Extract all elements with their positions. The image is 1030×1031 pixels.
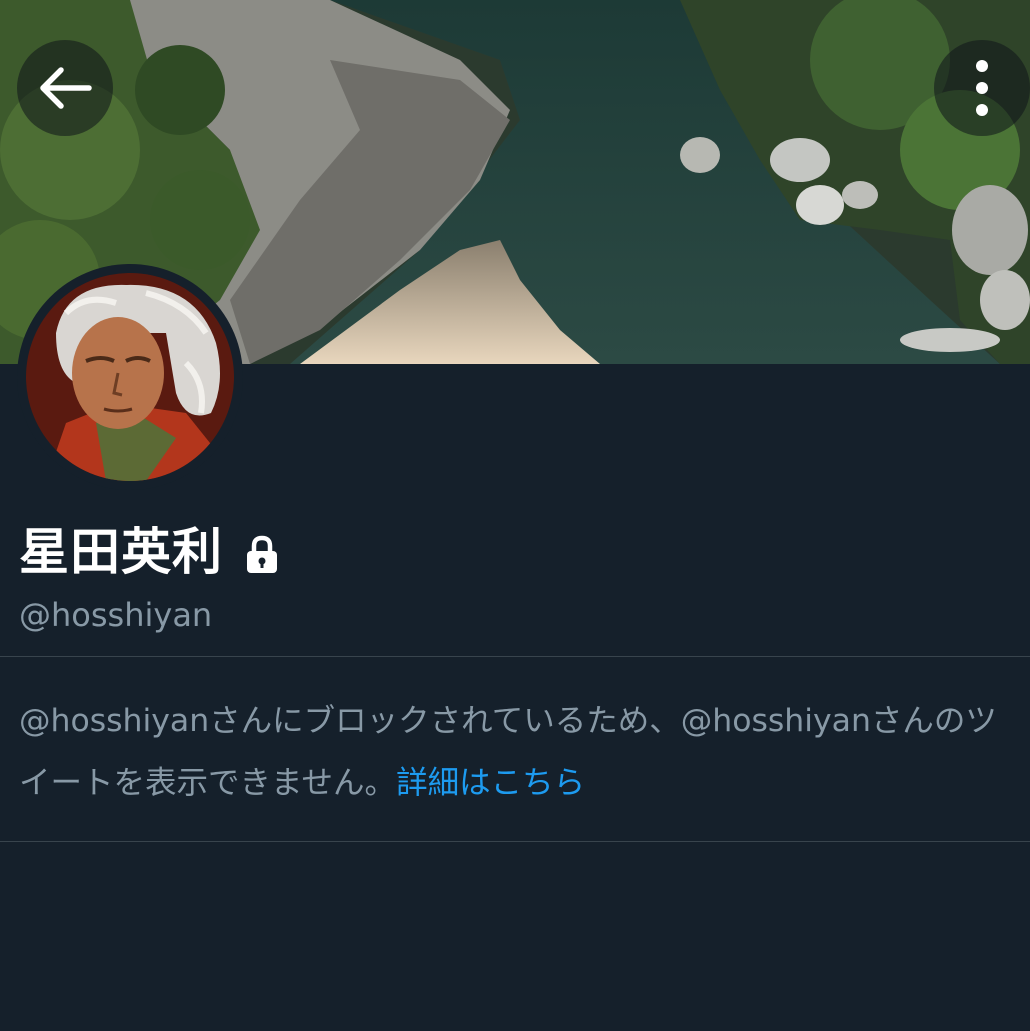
avatar-image: [26, 273, 234, 481]
profile-name-row: 星田英利: [19, 520, 279, 584]
divider: [0, 841, 1030, 842]
blocked-notice: @hosshiyanさんにブロックされているため、@hosshiyanさんのツイ…: [19, 690, 1019, 814]
avatar[interactable]: [17, 264, 243, 490]
learn-more-link[interactable]: 詳細はこちら: [396, 765, 585, 801]
more-options-button[interactable]: [934, 40, 1030, 136]
back-button[interactable]: [17, 40, 113, 136]
profile-page: 星田英利 @hosshiyan @hosshiyanさんにブロックされているため…: [0, 0, 1030, 1031]
divider: [0, 656, 1030, 657]
display-name: 星田英利: [19, 523, 223, 581]
profile-handle: @hosshiyan: [19, 596, 213, 634]
arrow-left-icon: [37, 66, 93, 110]
lock-icon: [245, 535, 279, 575]
more-vertical-icon: [972, 58, 992, 118]
